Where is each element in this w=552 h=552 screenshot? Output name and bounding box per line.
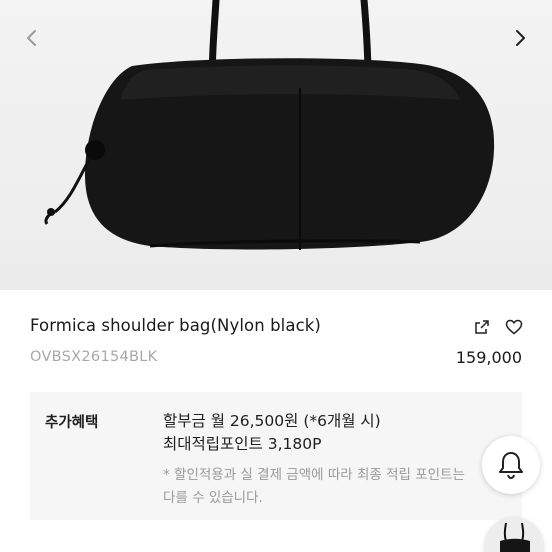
recent-product-thumbnail[interactable] xyxy=(484,517,544,552)
benefit-details: 할부금 월 26,500원 (*6개월 시) 최대적립포인트 3,180P * … xyxy=(163,410,473,510)
product-price: 159,000 xyxy=(455,348,522,367)
product-code: OVBSX26154BLK xyxy=(30,349,158,365)
heart-icon xyxy=(505,319,523,335)
points-info: 최대적립포인트 3,180P xyxy=(163,435,322,453)
benefit-label: 추가혜택 xyxy=(45,415,99,431)
points-note: * 할인적용과 실 결제 금액에 따라 최종 적립 포인트는 다를 수 있습니다… xyxy=(163,467,465,506)
gallery-next-button[interactable] xyxy=(506,24,534,52)
chevron-right-icon xyxy=(516,30,525,46)
benefit-box: 추가혜택 할부금 월 26,500원 (*6개월 시) 최대적립포인트 3,18… xyxy=(30,392,522,520)
product-title: Formica shoulder bag(Nylon black) xyxy=(30,316,321,335)
bag-thumbnail-image xyxy=(500,522,530,552)
chevron-left-icon xyxy=(27,30,36,46)
product-actions xyxy=(472,317,524,337)
installment-info: 할부금 월 26,500원 (*6개월 시) xyxy=(163,412,381,430)
product-image xyxy=(44,0,495,250)
share-icon xyxy=(475,320,489,334)
notification-button[interactable] xyxy=(482,436,540,494)
gallery-prev-button[interactable] xyxy=(18,24,46,52)
share-button[interactable] xyxy=(472,317,492,337)
bell-icon xyxy=(499,452,523,480)
wishlist-button[interactable] xyxy=(504,317,524,337)
product-image-gallery[interactable] xyxy=(0,0,552,290)
